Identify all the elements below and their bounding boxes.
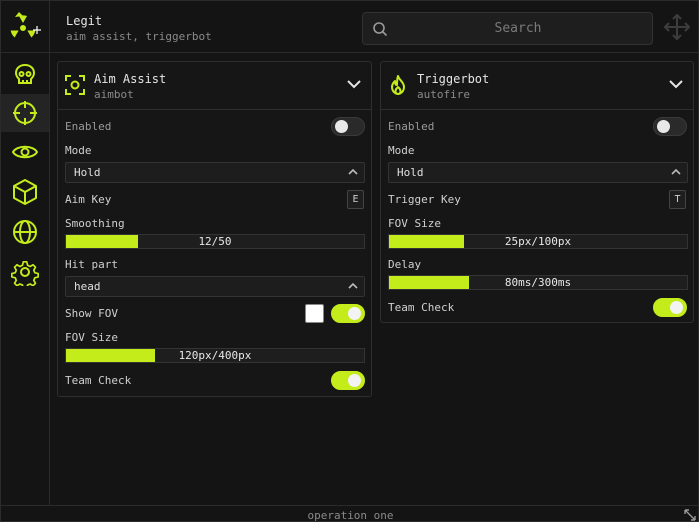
trigger-mode-label: Mode [388,144,415,157]
trigger-enabled-toggle[interactable] [653,117,687,136]
eye-icon [11,145,39,159]
trigger-fov-size-slider[interactable]: 25px/100px [388,234,688,249]
smoothing-value: 12/50 [198,235,232,248]
toggle-knob [335,120,348,133]
hit-part-select[interactable]: head [65,276,365,297]
fov-color-swatch[interactable] [305,304,324,323]
crosshair-icon [13,101,37,125]
delay-slider[interactable]: 80ms/300ms [388,275,688,290]
aim-fov-size-value: 120px/400px [178,349,252,362]
sidebar-item-settings[interactable] [1,253,49,291]
aim-assist-title: Aim Assist [94,72,167,86]
aim-assist-subtitle: aimbot [94,88,134,101]
trigger-team-check-label: Team Check [388,301,455,314]
toggle-knob [348,307,361,320]
triggerbot-panel: Triggerbot autofire Enabled Mode Hold Tr… [380,61,694,323]
show-fov-label: Show FOV [65,307,118,320]
page-subtitle: aim assist, triggerbot [66,30,212,43]
aim-assist-panel: Aim Assist aimbot Enabled Mode Hold Aim … [57,61,372,397]
aim-team-check-toggle[interactable] [331,371,365,390]
aim-key-binding[interactable]: E [347,190,364,209]
header: Legit aim assist, triggerbot [50,1,699,53]
trigger-fov-size-label: FOV Size [388,217,441,230]
aim-fov-size-label: FOV Size [65,331,118,344]
sidebar [1,1,50,505]
move-icon[interactable] [663,13,691,41]
sidebar-item-cube[interactable] [1,173,49,211]
page-title: Legit [66,14,103,28]
gear-icon [11,260,39,286]
aim-key-label: Aim Key [65,193,112,206]
sidebar-item-crosshair[interactable] [1,94,49,132]
toggle-knob [348,374,361,387]
trigger-key-label: Trigger Key [388,193,461,206]
resize-icon[interactable] [684,509,696,521]
smoothing-label: Smoothing [65,217,125,230]
sidebar-item-skull[interactable] [1,56,49,94]
radiation-icon [10,12,41,38]
aim-focus-icon [65,75,85,95]
trigger-team-check-toggle[interactable] [653,298,687,317]
trigger-fov-size-value: 25px/100px [504,235,572,248]
chevron-down-icon[interactable] [347,78,361,90]
triggerbot-header[interactable]: Triggerbot autofire [381,62,693,110]
search-input[interactable] [393,13,643,44]
aim-mode-label: Mode [65,144,92,157]
app-window: Legit aim assist, triggerbot Aim Assist … [0,0,699,522]
trigger-key-binding[interactable]: T [669,190,686,209]
sidebar-item-globe[interactable] [1,213,49,251]
search-box[interactable] [362,12,653,45]
aim-assist-header[interactable]: Aim Assist aimbot [58,62,371,110]
delay-label: Delay [388,258,422,271]
trigger-enabled-label: Enabled [388,120,435,133]
trigger-mode-value: Hold [397,166,424,179]
sidebar-item-eye[interactable] [1,133,49,171]
toggle-knob [670,301,683,314]
skull-icon [14,63,36,84]
trigger-mode-select[interactable]: Hold [388,162,688,183]
aim-team-check-label: Team Check [65,374,132,387]
search-icon [373,22,388,37]
globe-icon [13,220,37,244]
delay-value: 80ms/300ms [504,276,572,289]
aim-mode-select[interactable]: Hold [65,162,365,183]
show-fov-toggle[interactable] [331,304,365,323]
triggerbot-title: Triggerbot [417,72,490,86]
flame-icon [391,75,405,95]
hit-part-label: Hit part [65,258,118,271]
status-bar: operation one [1,505,699,522]
aim-fov-size-slider[interactable]: 120px/400px [65,348,365,363]
logo [1,1,50,53]
aim-enabled-toggle[interactable] [331,117,365,136]
chevron-down-icon[interactable] [669,78,683,90]
chevron-up-icon [671,168,681,175]
chevron-up-icon [348,168,358,175]
footer-text: operation one [307,509,394,522]
triggerbot-subtitle: autofire [417,88,470,101]
aim-enabled-label: Enabled [65,120,112,133]
smoothing-slider[interactable]: 12/50 [65,234,365,249]
aim-mode-value: Hold [74,166,101,179]
cube-icon [13,179,37,205]
toggle-knob [657,120,670,133]
hit-part-value: head [74,280,101,293]
chevron-up-icon [348,282,358,289]
